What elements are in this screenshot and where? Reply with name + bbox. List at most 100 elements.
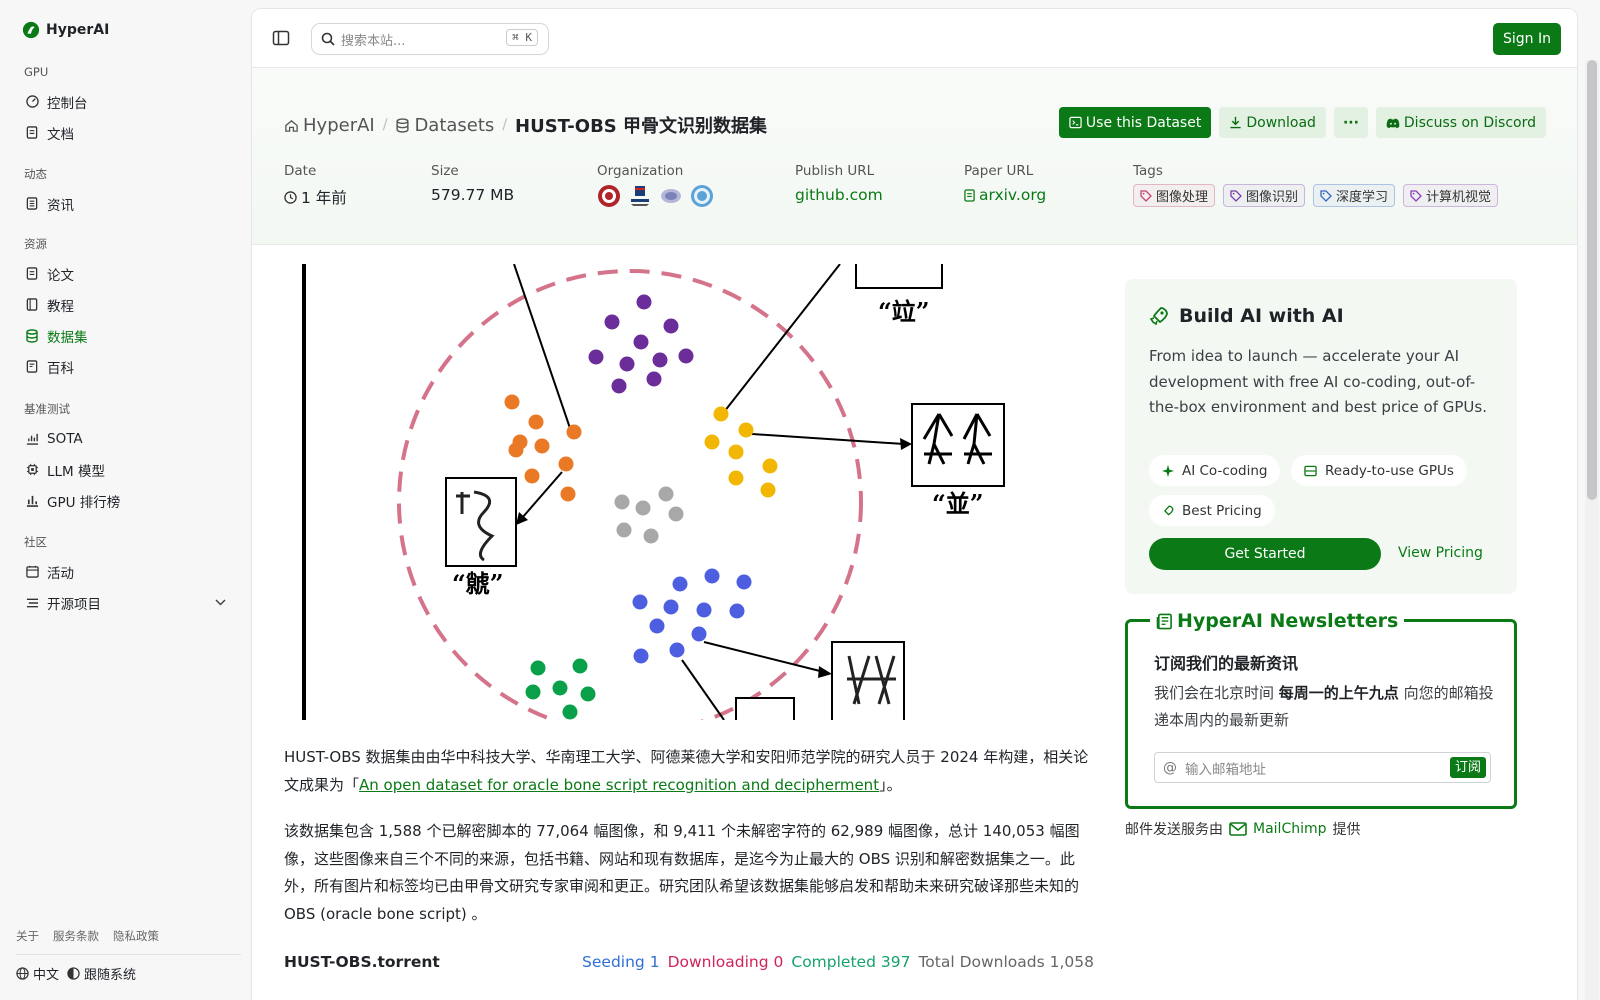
- tag-icon: [1230, 189, 1242, 202]
- publish-url-link[interactable]: github.com: [795, 186, 883, 204]
- tag-icon: [1320, 189, 1332, 202]
- tag-chip[interactable]: 图像识别: [1223, 184, 1306, 207]
- description-paragraph-2: 该数据集包含 1,588 个已解密脚本的 77,064 幅图像，和 9,411 …: [284, 822, 1080, 923]
- get-started-button[interactable]: Get Started: [1149, 538, 1381, 570]
- breadcrumb-separator: /: [502, 117, 508, 133]
- sidebar-group-title: 资源: [24, 237, 47, 251]
- tag-label: 深度学习: [1336, 190, 1389, 205]
- build-description: From idea to launch — accelerate your AI…: [1149, 347, 1487, 416]
- language-label: 中文: [33, 968, 60, 983]
- paper-url-link[interactable]: arxiv.org: [964, 186, 1046, 204]
- doc-icon: [25, 126, 39, 140]
- wiki-icon: [25, 360, 39, 374]
- sidebar-item-docs[interactable]: 文档: [0, 117, 250, 148]
- brand-name: HyperAI: [46, 22, 110, 38]
- sidebar-item-papers[interactable]: 论文: [0, 258, 250, 289]
- use-dataset-button[interactable]: Use this Dataset: [1058, 107, 1212, 138]
- email-field[interactable]: @ 输入邮箱地址 订阅: [1154, 752, 1491, 783]
- chip-icon: [25, 463, 39, 477]
- sign-in-button[interactable]: Sign In: [1493, 23, 1561, 55]
- downloading-count: Downloading 0: [667, 953, 784, 971]
- bar-chart-icon: [25, 494, 39, 508]
- sidebar-item-sota[interactable]: SOTA: [0, 423, 250, 454]
- sidebar-item-label: GPU 排行榜: [47, 494, 121, 511]
- scut-logo-icon[interactable]: [659, 184, 683, 208]
- sidebar-group-resources: 资源 论文 教程 数据集 百科: [0, 232, 250, 382]
- sidebar-item-label: 开源项目: [47, 596, 101, 613]
- tag-chip[interactable]: 深度学习: [1313, 184, 1396, 207]
- sidebar-item-label: 资讯: [47, 197, 74, 214]
- paper-icon: [964, 188, 975, 202]
- sidebar-item-tutorials[interactable]: 教程: [0, 289, 250, 320]
- adelaide-logo-icon[interactable]: [628, 184, 652, 208]
- brand-logo[interactable]: HyperAI: [22, 21, 109, 39]
- sidebar-item-console[interactable]: 控制台: [0, 86, 250, 117]
- sidebar-toggle-icon[interactable]: [272, 29, 290, 47]
- subscribe-button[interactable]: 订阅: [1449, 757, 1486, 778]
- dataset-header: HyperAI / Datasets / HUST-OBS 甲骨文识别数据集 U…: [252, 68, 1577, 245]
- total-downloads: Total Downloads 1,058: [918, 953, 1094, 971]
- pill-ai-coding[interactable]: AI Co-coding: [1149, 455, 1281, 486]
- clock-icon: [284, 190, 297, 204]
- download-button[interactable]: Download: [1219, 107, 1326, 138]
- sidebar-group-gpu: GPU 控制台 文档: [0, 60, 250, 148]
- meta-size: Size 579.77 MB: [431, 163, 515, 204]
- mailchimp-link[interactable]: MailChimp: [1253, 821, 1327, 837]
- tag-label: 计算机视觉: [1426, 190, 1492, 205]
- torrent-name[interactable]: HUST-OBS.torrent: [284, 953, 440, 971]
- news-icon: [25, 197, 39, 211]
- database-icon: [25, 328, 39, 343]
- sidebar-item-wiki[interactable]: 百科: [0, 351, 250, 382]
- topbar: 搜索本站... ⌘ K Sign In: [252, 9, 1577, 68]
- tag-icon: [1140, 189, 1152, 202]
- tag-icon: [1410, 189, 1422, 202]
- label-xi: “虩”: [452, 569, 504, 598]
- sidebar-group-title: 社区: [24, 535, 47, 549]
- meta-date: Date 1 年前: [284, 163, 347, 207]
- hust-logo-icon[interactable]: [597, 184, 621, 208]
- search-icon: [321, 32, 335, 46]
- scrollbar-thumb[interactable]: [1587, 60, 1597, 500]
- sidebar-item-open-source[interactable]: 开源项目: [0, 587, 250, 618]
- breadcrumb-home[interactable]: HyperAI: [284, 115, 375, 136]
- tag-label: 图像处理: [1156, 190, 1209, 205]
- sidebar-item-label: 控制台: [47, 95, 88, 112]
- about-link[interactable]: 关于: [16, 928, 39, 944]
- calendar-icon: [25, 565, 39, 579]
- privacy-link[interactable]: 隐私政策: [113, 928, 159, 944]
- terminal-icon: [1069, 116, 1082, 129]
- view-pricing-link[interactable]: View Pricing: [1398, 545, 1483, 561]
- newspaper-icon: [1156, 613, 1172, 629]
- more-actions-button[interactable]: ···: [1333, 107, 1368, 138]
- aynu-logo-icon[interactable]: [690, 184, 714, 208]
- meta-organization: Organization: [597, 163, 714, 208]
- language-switcher[interactable]: 中文: [16, 964, 59, 983]
- tag-chip[interactable]: 图像处理: [1133, 184, 1216, 207]
- rocket-icon: [1149, 307, 1168, 326]
- paper-title-link[interactable]: An open dataset for oracle bone script r…: [359, 776, 879, 794]
- breadcrumb-datasets[interactable]: Datasets: [395, 115, 494, 136]
- sidebar-item-datasets[interactable]: 数据集: [0, 320, 250, 351]
- discord-icon: [1386, 118, 1400, 128]
- sparkle-icon: [1162, 464, 1174, 477]
- sidebar-group-title: 基准测试: [24, 402, 70, 416]
- theme-switcher[interactable]: 跟随系统: [67, 964, 136, 983]
- meta-tags: Tags 图像处理 图像识别 深度学习 计算机视觉: [1133, 163, 1499, 207]
- pill-pricing[interactable]: Best Pricing: [1149, 495, 1275, 526]
- sidebar-item-news[interactable]: 资讯: [0, 188, 250, 219]
- sidebar-item-events[interactable]: 活动: [0, 556, 250, 587]
- build-title: Build AI with AI: [1179, 305, 1344, 327]
- at-icon: @: [1163, 759, 1177, 776]
- sidebar-item-llm[interactable]: LLM 模型: [0, 454, 250, 485]
- meta-paper-url: Paper URL arxiv.org: [964, 163, 1047, 204]
- terms-link[interactable]: 服务条款: [53, 928, 99, 944]
- discord-button[interactable]: Discuss on Discord: [1375, 107, 1546, 138]
- mail-icon: [1229, 822, 1247, 836]
- sidebar-item-gpu-ranking[interactable]: GPU 排行榜: [0, 485, 250, 516]
- search-input[interactable]: 搜索本站... ⌘ K: [311, 23, 549, 55]
- pill-gpus[interactable]: Ready-to-use GPUs: [1291, 455, 1467, 486]
- tag-chip[interactable]: 计算机视觉: [1403, 184, 1499, 207]
- sidebar-item-label: 论文: [47, 267, 74, 284]
- newsletter-heading: 订阅我们的最新资讯: [1154, 654, 1299, 673]
- chevron-down-icon[interactable]: [215, 596, 226, 609]
